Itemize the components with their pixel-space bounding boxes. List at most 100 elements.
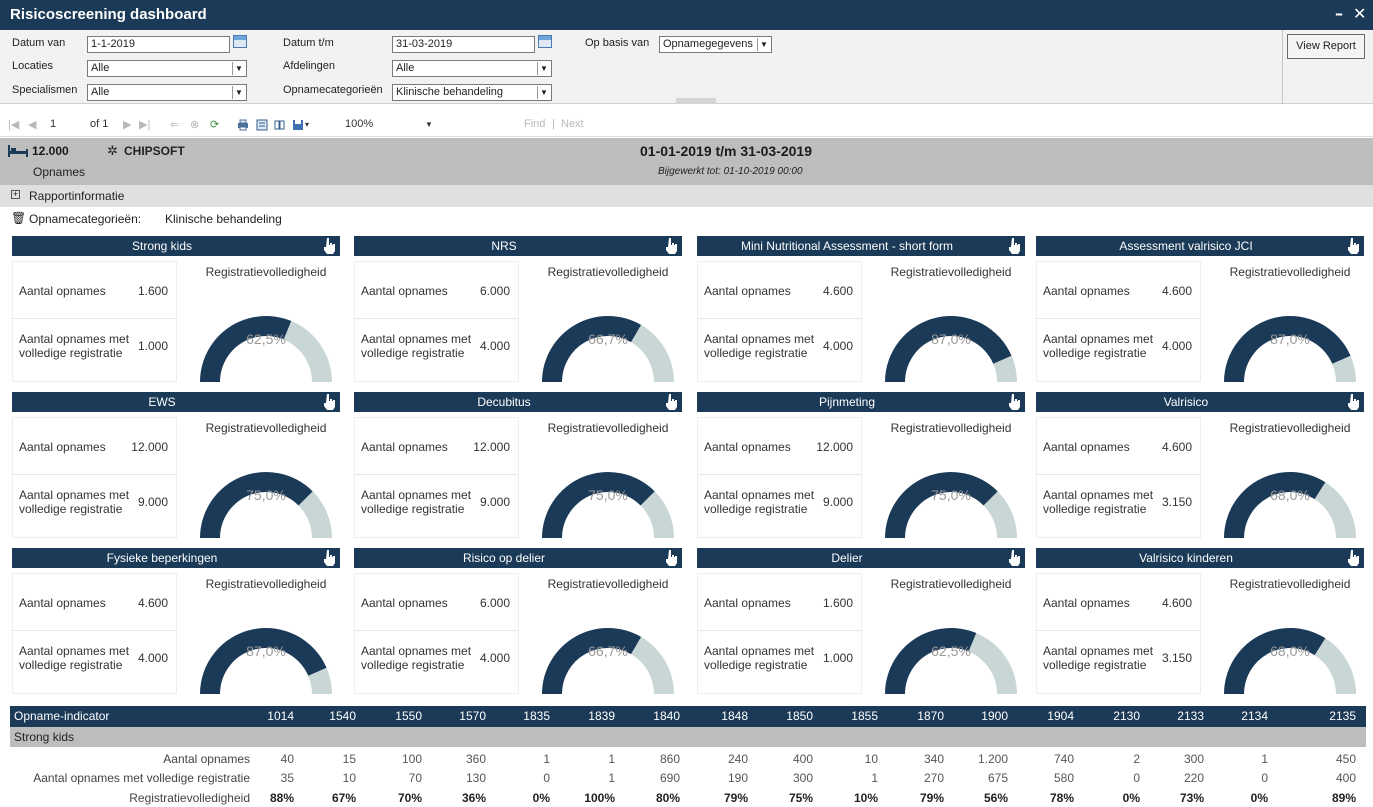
table-cell: 56% (983, 791, 1008, 805)
card-header: Valrisico kinderen (1036, 548, 1364, 568)
specialismen-select[interactable]: Alle ▼ (87, 84, 247, 101)
admissions-label: Aantal opnames (704, 440, 791, 454)
drillthrough-hand-icon[interactable] (664, 237, 678, 254)
locaties-select[interactable]: Alle ▼ (87, 60, 247, 77)
category-filter-bar: 🗑 Opnamecategorieën: Klinische behandeli… (0, 208, 1373, 230)
complete-registration-value: 1.000 (822, 651, 853, 665)
table-column-header: 1840 (653, 709, 680, 723)
table-cell: 270 (923, 771, 944, 785)
admissions-label: Aantal opnames (704, 284, 791, 298)
complete-registration-label-line2: volledige registratie (1043, 502, 1147, 516)
card-header: Valrisico (1036, 392, 1364, 412)
gauge-panel: Registratievolledigheid 62,5% (192, 261, 340, 382)
close-button[interactable]: ✕ (1353, 4, 1366, 23)
drillthrough-hand-icon[interactable] (322, 237, 336, 254)
export-dropdown-icon[interactable]: ▾ (305, 120, 309, 129)
afdelingen-select[interactable]: Alle ▼ (392, 60, 552, 77)
view-report-button[interactable]: View Report (1287, 34, 1365, 59)
gauge-panel: Registratievolledigheid 87,0% (192, 573, 340, 694)
admissions-row: Aantal opnames 6.000 (355, 262, 518, 319)
drillthrough-hand-icon[interactable] (322, 393, 336, 410)
admissions-value: 4.600 (822, 284, 853, 298)
admissions-value: 4.600 (1161, 596, 1192, 610)
drillthrough-hand-icon[interactable] (1346, 237, 1360, 254)
drillthrough-hand-icon[interactable] (664, 549, 678, 566)
card-header: Mini Nutritional Assessment - short form (697, 236, 1025, 256)
indicator-card: Delier Aantal opnames 1.600 Aantal opnames … (697, 548, 1025, 694)
gauge-value-arc (885, 472, 998, 538)
stop-icon[interactable]: ⊗ (190, 118, 199, 131)
next-page-icon[interactable]: ▶ (123, 118, 131, 131)
back-icon[interactable]: ⇐ (170, 118, 179, 131)
print-layout-icon[interactable] (256, 119, 268, 131)
card-counts: Aantal opnames 12.000 Aantal opnames met vo… (354, 417, 519, 538)
table-cell: 675 (987, 771, 1008, 785)
expand-icon[interactable]: + (11, 190, 20, 199)
table-cell: 40 (280, 752, 294, 766)
drillthrough-hand-icon[interactable] (1007, 237, 1021, 254)
next-link[interactable]: Next (561, 118, 584, 130)
gauge-panel: Registratievolledigheid 87,0% (1216, 261, 1364, 382)
gauge-title: Registratievolledigheid (1229, 265, 1351, 279)
datum-van-input[interactable]: 1-1-2019 (87, 36, 230, 53)
admissions-value: 1.600 (137, 284, 168, 298)
table-cell: 300 (792, 771, 813, 785)
chevron-down-icon[interactable]: ▼ (425, 120, 433, 129)
card-title: Risico op delier (462, 551, 546, 565)
view-report-panel: View Report (1282, 30, 1373, 104)
previous-page-icon[interactable]: ◀ (28, 118, 36, 131)
print-icon[interactable] (237, 119, 249, 131)
gauge-title: Registratievolledigheid (205, 577, 327, 591)
drillthrough-hand-icon[interactable] (1346, 393, 1360, 410)
category-value: Klinische behandeling (165, 212, 282, 226)
gauge-percentage: 87,0% (246, 643, 286, 659)
opnamecat-select[interactable]: Klinische behandeling ▼ (392, 84, 552, 101)
table-cell: 240 (727, 752, 748, 766)
datum-tm-input[interactable]: 31-03-2019 (392, 36, 535, 53)
page-number[interactable]: 1 (50, 118, 56, 130)
card-title: Mini Nutritional Assessment - short form (740, 239, 954, 253)
complete-registration-label-line1: Aantal opnames met (704, 488, 815, 502)
find-link[interactable]: Find (524, 118, 545, 130)
complete-registration-value: 4.000 (137, 651, 168, 665)
drillthrough-hand-icon[interactable] (1007, 393, 1021, 410)
complete-registration-label-line1: Aantal opnames met (361, 332, 472, 346)
calendar-icon[interactable] (233, 35, 247, 48)
table-cell: 88% (269, 791, 294, 805)
trash-icon[interactable]: 🗑 (11, 211, 26, 225)
indicator-card: EWS Aantal opnames 12.000 Aantal opnames me… (12, 392, 340, 538)
table-cell: 73% (1179, 791, 1204, 805)
admissions-label: Aantal opnames (361, 440, 448, 454)
gauge-panel: Registratievolledigheid 68,0% (1216, 573, 1364, 694)
zoom-select[interactable]: 100% (345, 118, 373, 130)
indicator-card: NRS Aantal opnames 6.000 Aantal opnames met… (354, 236, 682, 382)
drillthrough-hand-icon[interactable] (1007, 549, 1021, 566)
op-basis-select[interactable]: Opnamegegevens ▼ (659, 36, 772, 53)
minimize-button[interactable]: – (1335, 4, 1343, 23)
chevron-down-icon: ▼ (757, 38, 770, 51)
table-cell: 15 (342, 752, 356, 766)
gauge-value-arc (542, 628, 642, 694)
drillthrough-hand-icon[interactable] (1346, 549, 1360, 566)
drillthrough-hand-icon[interactable] (322, 549, 336, 566)
admissions-value: 4.600 (1161, 284, 1192, 298)
last-page-icon[interactable]: ▶| (139, 118, 150, 131)
table-row-label: Aantal opnames met volledige registratie (33, 771, 250, 785)
collapse-handle[interactable] (676, 98, 716, 104)
report-info-bar[interactable]: + Rapportinformatie (0, 185, 1373, 207)
refresh-icon[interactable]: ⟳ (210, 118, 219, 131)
export-icon[interactable] (292, 119, 304, 131)
admissions-value: 4.600 (137, 596, 168, 610)
page-setup-icon[interactable] (274, 119, 286, 131)
gauge-percentage: 62,5% (931, 643, 971, 659)
table-cell: 89% (1331, 791, 1356, 805)
complete-registration-value: 1.000 (137, 339, 168, 353)
indicator-card: Decubitus Aantal opnames 12.000 Aantal opna… (354, 392, 682, 538)
admissions-row: Aantal opnames 4.600 (1037, 262, 1200, 319)
complete-registration-label-line2: volledige registratie (704, 658, 808, 672)
drillthrough-hand-icon[interactable] (664, 393, 678, 410)
first-page-icon[interactable]: |◀ (8, 118, 19, 131)
opnamecat-label: Opnamecategorieën (283, 84, 383, 96)
table-cell: 340 (923, 752, 944, 766)
calendar-icon[interactable] (538, 35, 552, 48)
